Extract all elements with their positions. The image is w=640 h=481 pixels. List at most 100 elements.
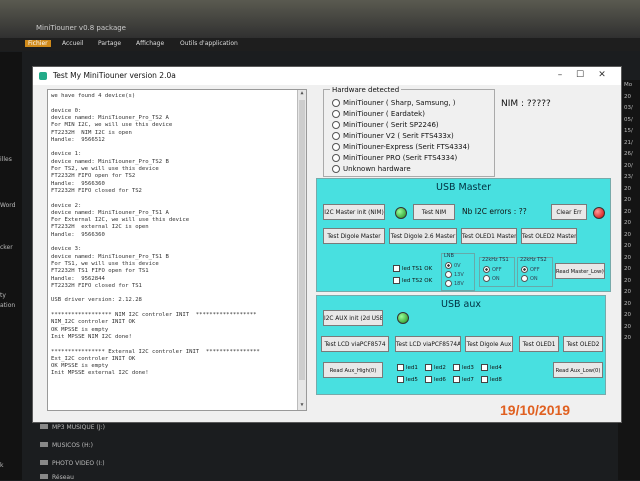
- led6-checkbox[interactable]: led6: [425, 376, 446, 383]
- log-line: For MIN I2C, we will use this device: [51, 122, 173, 129]
- list-item[interactable]: MP3 MUSIQUE (J:): [40, 424, 105, 431]
- log-line: FT2232H TS1 FIFO open for TS1: [51, 268, 149, 275]
- log-line: Handle: 9566360: [51, 180, 105, 187]
- led4-checkbox[interactable]: led4: [481, 364, 502, 371]
- hardware-option[interactable]: MiniTiouner-Express (Serit FTS4334): [332, 143, 470, 151]
- drive-icon: [40, 442, 48, 447]
- checkbox-icon[interactable]: [425, 376, 432, 383]
- radio-icon[interactable]: [521, 275, 528, 282]
- close-button[interactable]: ✕: [595, 70, 609, 80]
- test-digole-aux-button[interactable]: Test Digole Aux: [465, 336, 513, 352]
- scroll-thumb[interactable]: [299, 100, 305, 380]
- list-item[interactable]: PHOTO VIDEO (I:): [40, 460, 105, 467]
- lnb-title: LNB: [444, 253, 454, 259]
- clear-errors-button[interactable]: Clear Err: [551, 204, 587, 220]
- scroll-up-icon[interactable]: ▲: [298, 90, 306, 98]
- checkbox-icon[interactable]: [397, 364, 404, 371]
- hardware-option[interactable]: MiniTiouner ( Sharp, Samsung, ): [332, 99, 456, 107]
- ribbon-tab-accueil[interactable]: Accueil: [62, 40, 83, 47]
- radio-icon[interactable]: [332, 99, 340, 107]
- checkbox-icon[interactable]: [397, 376, 404, 383]
- test-lcd-pcf8574-button[interactable]: Test LCD viaPCF8574: [321, 336, 389, 352]
- i2c-master-init-button[interactable]: I2C Master init (NIM): [323, 204, 385, 220]
- lnb-option[interactable]: 13V: [445, 271, 464, 278]
- ribbon-tab-outils[interactable]: Outils d'application: [180, 40, 238, 47]
- drive-icon: [40, 424, 48, 429]
- log-line: For External I2C, we will use this devic…: [51, 217, 190, 224]
- network-icon: [40, 474, 48, 479]
- hardware-option[interactable]: MiniTiouner ( Serit SP2246): [332, 121, 439, 129]
- radio-icon[interactable]: [332, 132, 340, 140]
- drive-icon: [40, 460, 48, 465]
- log-scrollbar[interactable]: ▲ ▼: [297, 90, 306, 410]
- radio-icon[interactable]: [332, 121, 340, 129]
- maximize-button[interactable]: ☐: [573, 70, 587, 80]
- radio-icon[interactable]: [332, 154, 340, 162]
- lnb-option[interactable]: 18V: [445, 280, 464, 287]
- i2c-aux-init-button[interactable]: I2C AUX init (2d USB): [323, 310, 383, 326]
- led5-checkbox[interactable]: led5: [397, 376, 418, 383]
- checkbox-icon[interactable]: [453, 364, 460, 371]
- radio-icon[interactable]: [445, 280, 452, 287]
- test-digole26-master-button[interactable]: Test Digole 2.6 Master: [389, 228, 457, 244]
- checkbox-icon[interactable]: [481, 376, 488, 383]
- test-lcd-pcf8574a-button[interactable]: Test LCD viaPCF8574A: [395, 336, 461, 352]
- log-line: NIM_I2C controler INIT OK: [51, 319, 136, 326]
- read-aux-high-button[interactable]: Read Aux_High(0): [323, 362, 383, 378]
- khz-option[interactable]: ON: [521, 275, 538, 282]
- radio-icon[interactable]: [332, 165, 340, 173]
- list-item[interactable]: MUSICOS (H:): [40, 442, 93, 449]
- led3-checkbox[interactable]: led3: [453, 364, 474, 371]
- scroll-down-icon[interactable]: ▼: [298, 402, 306, 410]
- left-label: k: [0, 462, 4, 469]
- log-line: device named: MiniTiouner_Pro_TS1 B: [51, 253, 169, 260]
- usb-master-title: USB Master: [436, 182, 491, 193]
- hardware-option[interactable]: MiniTiouner ( Eardatek): [332, 110, 425, 118]
- radio-icon[interactable]: [332, 110, 340, 118]
- ribbon-tab-fichier[interactable]: Fichier: [25, 40, 51, 47]
- led-ts2-checkbox[interactable]: led TS2 OK: [393, 277, 432, 284]
- read-aux-low-button[interactable]: Read Aux_Low(0): [553, 362, 603, 378]
- log-line: FT2232H FIFO closed for TS1: [51, 282, 142, 289]
- khz-option[interactable]: OFF: [483, 266, 502, 273]
- hardware-option[interactable]: Unknown hardware: [332, 165, 411, 173]
- radio-icon[interactable]: [483, 266, 490, 273]
- test-digole-master-button[interactable]: Test Digole Master: [323, 228, 385, 244]
- led-ts1-checkbox[interactable]: led TS1 OK: [393, 265, 432, 272]
- app-window: Test My MiniTiouner version 2.0a – ☐ ✕ ▲…: [32, 66, 622, 423]
- explorer-drive-list: MP3 MUSIQUE (J:) MUSICOS (H:) PHOTO VIDE…: [40, 420, 600, 481]
- checkbox-icon[interactable]: [453, 376, 460, 383]
- test-oled1-button[interactable]: Test OLED1: [519, 336, 559, 352]
- radio-icon[interactable]: [445, 262, 452, 269]
- radio-icon[interactable]: [332, 143, 340, 151]
- log-textbox[interactable]: ▲ ▼ we have found 4 device(s) device 0: de…: [47, 89, 307, 411]
- log-line: FT2232H NIM I2C is open: [51, 129, 132, 136]
- ribbon-tab-affichage[interactable]: Affichage: [136, 40, 164, 47]
- led1-checkbox[interactable]: led1: [397, 364, 418, 371]
- read-master-low-button[interactable]: Read Master_Low(0): [555, 263, 605, 279]
- led2-checkbox[interactable]: led2: [425, 364, 446, 371]
- lnb-option[interactable]: 0V: [445, 262, 461, 269]
- radio-icon[interactable]: [483, 275, 490, 282]
- led7-checkbox[interactable]: led7: [453, 376, 474, 383]
- hardware-option[interactable]: MiniTiouner PRO (Serit FTS4334): [332, 154, 457, 162]
- log-line: OK MPSSE is empty: [51, 363, 109, 370]
- log-line: USB driver version: 2.12.28: [51, 297, 142, 304]
- test-oled1-master-button[interactable]: Test OLED1 Master: [461, 228, 517, 244]
- checkbox-icon[interactable]: [481, 364, 488, 371]
- khz-option[interactable]: ON: [483, 275, 500, 282]
- minimize-button[interactable]: –: [553, 70, 567, 80]
- test-nim-button[interactable]: Test NIM: [413, 204, 455, 220]
- ribbon-tab-partage[interactable]: Partage: [98, 40, 121, 47]
- hardware-option[interactable]: MiniTiouner V2 ( Serit FTS433x): [332, 132, 454, 140]
- led8-checkbox[interactable]: led8: [481, 376, 502, 383]
- test-oled2-master-button[interactable]: Test OLED2 Master: [521, 228, 577, 244]
- checkbox-icon[interactable]: [425, 364, 432, 371]
- checkbox-icon[interactable]: [393, 265, 400, 272]
- test-oled2-button[interactable]: Test OLED2: [563, 336, 603, 352]
- radio-icon[interactable]: [521, 266, 528, 273]
- lnb-group: LNB 0V 13V 18V: [441, 253, 475, 291]
- khz-option[interactable]: OFF: [521, 266, 540, 273]
- checkbox-icon[interactable]: [393, 277, 400, 284]
- radio-icon[interactable]: [445, 271, 452, 278]
